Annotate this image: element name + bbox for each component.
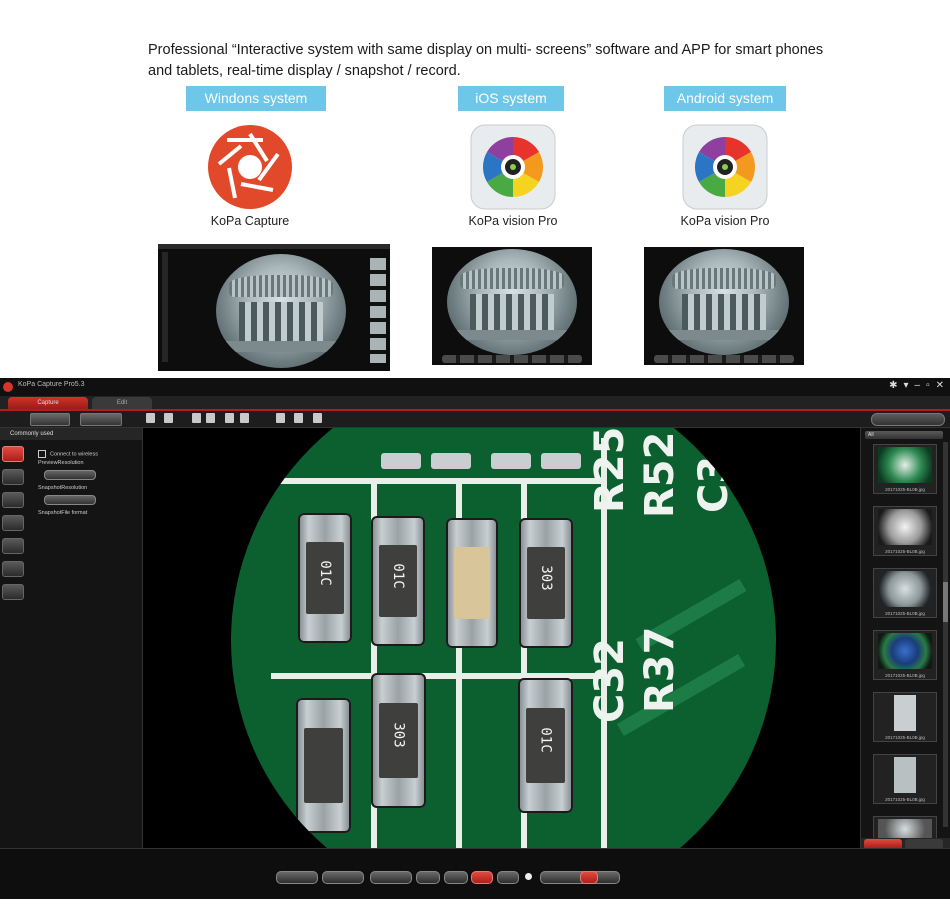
tab-edit[interactable]: Edit bbox=[92, 397, 152, 409]
silk-r25: R25 bbox=[587, 428, 633, 513]
gallery-thumbnail[interactable]: 20171025-BL0B.jpg bbox=[873, 568, 937, 618]
kopa-capture-window: KoPa Capture Pro5.3 ✱ ▾ – ▫ ✕ Capture Ed… bbox=[0, 378, 950, 899]
capture-settings: Connect to wireless PreviewResolution Sn… bbox=[38, 450, 98, 518]
snapshot-label: SnapshotResolution bbox=[38, 485, 88, 492]
window-title: KoPa Capture Pro5.3 bbox=[18, 381, 85, 388]
pen-icon[interactable] bbox=[2, 561, 24, 577]
settings-gear-icon[interactable] bbox=[2, 584, 24, 600]
format-label: SnapshotFile format bbox=[38, 510, 88, 517]
connect-label: Connect to wireless bbox=[50, 451, 98, 458]
delete-button[interactable] bbox=[580, 871, 598, 884]
title-bar: KoPa Capture Pro5.3 ✱ ▾ – ▫ ✕ bbox=[0, 378, 950, 396]
preview-label: PreviewResolution bbox=[38, 460, 84, 467]
gallery-images-tab[interactable] bbox=[864, 839, 902, 848]
chip-mark: 303 bbox=[538, 565, 554, 591]
restore-icon[interactable]: ▫ bbox=[926, 380, 930, 391]
chip-mark: 303 bbox=[390, 722, 407, 748]
gallery-videos-tab[interactable] bbox=[905, 839, 943, 848]
video-icon[interactable] bbox=[2, 492, 24, 508]
android-system-tag: Android system bbox=[664, 86, 786, 111]
mirror-group[interactable] bbox=[322, 871, 364, 884]
camera-icon[interactable] bbox=[2, 469, 24, 485]
resistor-chip: 01C bbox=[298, 513, 352, 643]
zoom-dropdown[interactable] bbox=[871, 413, 945, 426]
color-lens-app-icon[interactable] bbox=[682, 124, 768, 210]
rotate-group[interactable] bbox=[276, 871, 318, 884]
cut-icon[interactable] bbox=[206, 413, 215, 423]
left-panel: Commonly used Connect to wireless Previe… bbox=[0, 428, 143, 848]
close-icon[interactable]: ✕ bbox=[936, 380, 944, 391]
copy-icon[interactable] bbox=[192, 413, 201, 423]
camera-button[interactable] bbox=[497, 871, 519, 884]
gallery-thumbnail[interactable]: 20171025-BL0B.jpg bbox=[873, 692, 937, 742]
tab-capture[interactable]: Capture bbox=[8, 397, 88, 409]
record-icon[interactable] bbox=[525, 873, 532, 880]
android-preview-thumbnail bbox=[644, 247, 804, 365]
measure-icon[interactable] bbox=[2, 538, 24, 554]
save-icon[interactable] bbox=[164, 413, 173, 423]
gallery-thumbnail[interactable]: 20171025-BL0B.jpg bbox=[873, 506, 937, 556]
silk-r52: R52 bbox=[637, 431, 683, 518]
android-app-label: KoPa vision Pro bbox=[680, 214, 770, 228]
snapshot-resolution-select[interactable] bbox=[44, 495, 96, 506]
app-logo-icon bbox=[3, 382, 13, 392]
export-icon[interactable] bbox=[240, 413, 249, 423]
resistor-chip: 303 bbox=[519, 518, 573, 648]
gallery-thumbnail[interactable] bbox=[873, 816, 937, 840]
capacitor-chip bbox=[446, 518, 498, 648]
open-icon[interactable] bbox=[146, 413, 155, 423]
resistor-chip bbox=[296, 698, 351, 833]
gallery-tabs bbox=[861, 838, 950, 848]
gallery-scrollbar[interactable] bbox=[943, 442, 948, 827]
ios-preview-thumbnail bbox=[432, 247, 592, 365]
windows-preview-thumbnail bbox=[158, 244, 390, 371]
pin-icon[interactable]: ▾ bbox=[903, 380, 908, 391]
print-icon[interactable] bbox=[276, 413, 285, 423]
windows-system-tag: Windons system bbox=[186, 86, 326, 111]
color-lens-app-icon[interactable] bbox=[470, 124, 556, 210]
minimize-icon[interactable]: – bbox=[915, 380, 921, 391]
microscope-viewport[interactable]: 01C 01C 303 303 01C R25 R52 C3 C32 R37 bbox=[143, 428, 860, 848]
gallery-thumbnail[interactable]: 20171025-BL0B.jpg bbox=[873, 630, 937, 680]
silk-c32: C32 bbox=[587, 637, 633, 723]
preview-resolution-select[interactable] bbox=[44, 470, 96, 481]
fit-button[interactable] bbox=[416, 871, 440, 884]
zoom-group[interactable] bbox=[370, 871, 412, 884]
pause-button[interactable] bbox=[444, 871, 468, 884]
chip-mark: 01C bbox=[317, 560, 333, 586]
ios-app-label: KoPa vision Pro bbox=[468, 214, 558, 228]
koPa-capture-label: KoPa Capture bbox=[210, 214, 290, 228]
pcb-image: 01C 01C 303 303 01C R25 R52 C3 C32 R37 bbox=[231, 428, 776, 848]
resistor-chip: 01C bbox=[371, 516, 425, 646]
commonly-used-header: Commonly used bbox=[0, 428, 142, 440]
settings-icon[interactable]: ✱ bbox=[889, 380, 897, 391]
toolbar bbox=[0, 411, 950, 428]
capture-icon[interactable] bbox=[2, 446, 24, 462]
silk-r37: R37 bbox=[637, 626, 683, 713]
aperture-icon[interactable] bbox=[207, 124, 293, 210]
snapshot-button[interactable] bbox=[471, 871, 493, 884]
chip-mark: 01C bbox=[390, 563, 406, 589]
mail-icon[interactable] bbox=[313, 413, 322, 423]
mode-tabs: Capture Edit bbox=[0, 396, 950, 411]
gallery-thumbnail[interactable]: 20171025-BL0B.jpg bbox=[873, 754, 937, 804]
image-icon[interactable] bbox=[294, 413, 303, 423]
intro-text: Professional “Interactive system with sa… bbox=[148, 42, 824, 79]
resistor-chip: 01C bbox=[518, 678, 573, 813]
gallery-filter[interactable]: All bbox=[865, 431, 943, 439]
resistor-chip: 303 bbox=[371, 673, 426, 808]
gallery-panel: All 20171025-BL0B.jpg 20171025-BL0B.jpg … bbox=[860, 428, 950, 848]
display-icon[interactable] bbox=[2, 515, 24, 531]
bottom-controls bbox=[0, 848, 950, 899]
paste-icon[interactable] bbox=[225, 413, 234, 423]
chip-mark: 01C bbox=[537, 727, 554, 753]
ios-system-tag: iOS system bbox=[458, 86, 564, 111]
gallery-thumbnail[interactable]: 20171025-BL0B.jpg bbox=[873, 444, 937, 494]
undo-redo-group[interactable] bbox=[30, 413, 70, 426]
connect-checkbox[interactable] bbox=[38, 450, 46, 458]
select-pan-group[interactable] bbox=[80, 413, 122, 426]
silk-cc: C3 bbox=[691, 455, 737, 513]
